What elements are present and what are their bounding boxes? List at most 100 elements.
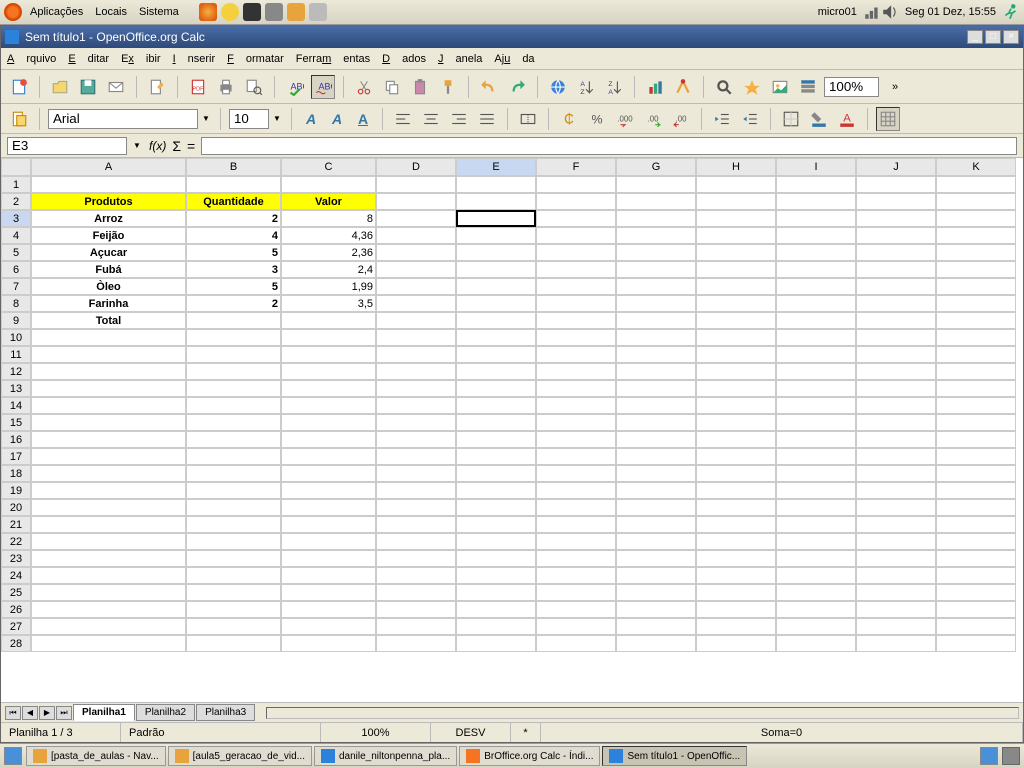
row-header-15[interactable]: 15 [1, 414, 31, 431]
cell-C1[interactable] [281, 176, 376, 193]
cell-F24[interactable] [536, 567, 616, 584]
menu-formatar[interactable]: Formatar [227, 53, 284, 65]
cell-H1[interactable] [696, 176, 776, 193]
tab-first-button[interactable]: ⏮ [5, 706, 21, 720]
menu-editar[interactable]: Editar [68, 53, 109, 65]
cell-B11[interactable] [186, 346, 281, 363]
formula-input[interactable] [201, 137, 1017, 155]
cell-I25[interactable] [776, 584, 856, 601]
cell-C8[interactable]: 3,5 [281, 295, 376, 312]
cell-C24[interactable] [281, 567, 376, 584]
cell-K3[interactable] [936, 210, 1016, 227]
borders-button[interactable] [779, 107, 803, 131]
sum-indicator[interactable]: Soma=0 [541, 723, 1023, 742]
cell-F16[interactable] [536, 431, 616, 448]
cell-G5[interactable] [616, 244, 696, 261]
cell-A20[interactable] [31, 499, 186, 516]
underline-button[interactable]: A [352, 108, 374, 130]
cell-I23[interactable] [776, 550, 856, 567]
cell-H23[interactable] [696, 550, 776, 567]
cell-K16[interactable] [936, 431, 1016, 448]
row-header-9[interactable]: 9 [1, 312, 31, 329]
cell-B15[interactable] [186, 414, 281, 431]
cell-E14[interactable] [456, 397, 536, 414]
cell-K13[interactable] [936, 380, 1016, 397]
cell-D9[interactable] [376, 312, 456, 329]
autospellcheck-button[interactable]: ABC [311, 75, 335, 99]
sheet-area[interactable]: ABCDEFGHIJK12ProdutosQuantidadeValor3Arr… [1, 158, 1023, 702]
cell-B9[interactable] [186, 312, 281, 329]
cell-F19[interactable] [536, 482, 616, 499]
cell-J13[interactable] [856, 380, 936, 397]
cell-I18[interactable] [776, 465, 856, 482]
cell-B18[interactable] [186, 465, 281, 482]
cell-J1[interactable] [856, 176, 936, 193]
cell-C19[interactable] [281, 482, 376, 499]
col-header-I[interactable]: I [776, 158, 856, 176]
pdf-button[interactable]: PDF [186, 75, 210, 99]
cell-I26[interactable] [776, 601, 856, 618]
cell-B8[interactable]: 2 [186, 295, 281, 312]
task-button[interactable]: danile_niltonpenna_pla... [314, 746, 457, 766]
cell-B24[interactable] [186, 567, 281, 584]
cell-I2[interactable] [776, 193, 856, 210]
cell-B28[interactable] [186, 635, 281, 652]
cell-I17[interactable] [776, 448, 856, 465]
cell-C4[interactable]: 4,36 [281, 227, 376, 244]
cell-E8[interactable] [456, 295, 536, 312]
firefox-launcher-icon[interactable] [199, 3, 217, 21]
cell-G2[interactable] [616, 193, 696, 210]
cell-B17[interactable] [186, 448, 281, 465]
cell-F8[interactable] [536, 295, 616, 312]
cell-K9[interactable] [936, 312, 1016, 329]
cell-F25[interactable] [536, 584, 616, 601]
increase-indent-button[interactable] [738, 107, 762, 131]
cell-D23[interactable] [376, 550, 456, 567]
cell-J21[interactable] [856, 516, 936, 533]
menu-ferramentas[interactable]: Ferramentas [296, 53, 370, 65]
col-header-D[interactable]: D [376, 158, 456, 176]
add-decimal-button[interactable]: .00 [641, 107, 665, 131]
cell-B1[interactable] [186, 176, 281, 193]
cell-C25[interactable] [281, 584, 376, 601]
row-header-17[interactable]: 17 [1, 448, 31, 465]
grid-lines-button[interactable] [876, 107, 900, 131]
cell-A22[interactable] [31, 533, 186, 550]
italic-button[interactable]: A [326, 108, 348, 130]
menu-ajuda[interactable]: Ajuda [494, 53, 534, 65]
cell-F11[interactable] [536, 346, 616, 363]
cell-H8[interactable] [696, 295, 776, 312]
cell-C27[interactable] [281, 618, 376, 635]
cell-K19[interactable] [936, 482, 1016, 499]
cell-E22[interactable] [456, 533, 536, 550]
cell-E27[interactable] [456, 618, 536, 635]
undo-button[interactable] [477, 75, 501, 99]
cell-C11[interactable] [281, 346, 376, 363]
standard-format-button[interactable]: .000 [613, 107, 637, 131]
cell-D8[interactable] [376, 295, 456, 312]
cell-A5[interactable]: Açucar [31, 244, 186, 261]
cell-K27[interactable] [936, 618, 1016, 635]
gallery-button[interactable] [768, 75, 792, 99]
page-style-indicator[interactable]: Padrão [121, 723, 321, 742]
sort-asc-button[interactable]: AZ [574, 75, 598, 99]
cell-D6[interactable] [376, 261, 456, 278]
cell-E7[interactable] [456, 278, 536, 295]
cell-D4[interactable] [376, 227, 456, 244]
cell-E5[interactable] [456, 244, 536, 261]
cell-J20[interactable] [856, 499, 936, 516]
cell-A25[interactable] [31, 584, 186, 601]
cell-A8[interactable]: Farinha [31, 295, 186, 312]
cell-B22[interactable] [186, 533, 281, 550]
cell-C13[interactable] [281, 380, 376, 397]
cell-E15[interactable] [456, 414, 536, 431]
cell-G26[interactable] [616, 601, 696, 618]
cell-K15[interactable] [936, 414, 1016, 431]
tool-launcher-icon[interactable] [265, 3, 283, 21]
new-button[interactable] [7, 75, 31, 99]
sheet-tab-planilha2[interactable]: Planilha2 [136, 704, 195, 721]
cell-E9[interactable] [456, 312, 536, 329]
cell-E24[interactable] [456, 567, 536, 584]
cell-E4[interactable] [456, 227, 536, 244]
cell-A7[interactable]: Òleo [31, 278, 186, 295]
